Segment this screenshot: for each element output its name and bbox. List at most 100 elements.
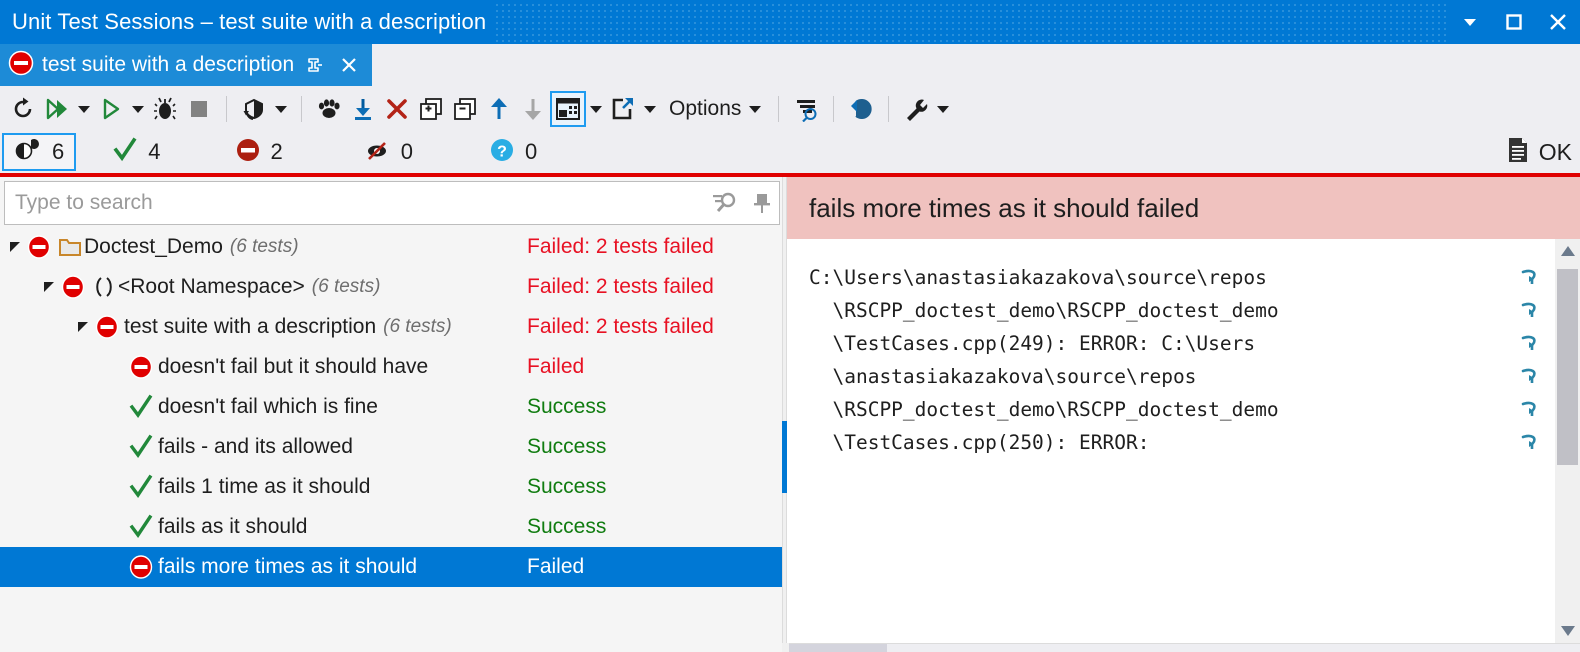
error-output-text[interactable]: C:\Users\anastasiakazakova\source\repos … [787,239,1503,643]
grouping-icon[interactable] [550,90,586,127]
tree-row[interactable]: test suite with a description (6 tests) Fa… [0,307,782,347]
scroll-down-arrow[interactable] [1555,619,1580,643]
counter-failed[interactable]: 2 [225,133,293,171]
window-controls [1448,0,1580,44]
filter-icon[interactable] [789,91,823,127]
import-icon[interactable] [346,91,380,127]
run-all-caret-icon[interactable] [74,91,94,127]
scrollbar-track[interactable] [1555,263,1580,619]
navigate-to-source-icon[interactable] [1519,261,1539,294]
tree-row[interactable]: fails as it should Success [0,507,782,547]
counter-failed-value: 2 [270,139,283,164]
rerun-icon[interactable] [6,91,40,127]
status-text: OK [1538,138,1572,165]
counter-passed[interactable]: 4 [102,133,170,171]
check-icon [112,137,138,168]
tree-row-status: Success [527,475,607,498]
test-details-pane: fails more times as it should failed C:\… [787,177,1580,643]
expander-collapse-icon[interactable] [6,227,24,267]
tree-row[interactable]: doesn't fail but it should have Failed [0,347,782,387]
counter-total[interactable]: 6 [2,133,77,171]
navigate-links-column [1503,239,1555,643]
tree-row[interactable]: <Root Namespace> (6 tests) Failed: 2 tests… [0,267,782,307]
settings-caret-icon[interactable] [933,91,953,127]
options-menu[interactable]: Options [660,91,768,127]
tree-row[interactable]: fails - and its allowed Success [0,427,782,467]
counter-unknown[interactable]: ? 0 [479,133,547,171]
counter-total-value: 6 [52,139,65,164]
tab-close-icon[interactable] [336,50,362,80]
auto-refresh-icon[interactable] [844,91,878,127]
details-header: fails more times as it should failed [787,177,1580,239]
error-icon [8,50,34,81]
run-caret-icon[interactable] [128,91,148,127]
namespace-icon [90,267,118,307]
details-title: fails more times as it should failed [809,192,1200,223]
tab-test-session[interactable]: test suite with a description [0,44,373,86]
run-icon[interactable] [94,91,128,127]
navigate-to-source-icon[interactable] [1519,327,1539,360]
search-filter-icon[interactable] [705,191,745,215]
tree-row-status: Success [527,515,607,538]
navigate-to-source-icon[interactable] [1519,294,1539,327]
toolbar-separator [888,95,890,122]
coverage-icon[interactable] [237,91,271,127]
counter-unknown-value: 0 [525,139,538,164]
navigate-to-source-icon[interactable] [1519,360,1539,393]
collapse-all-icon[interactable] [448,91,482,127]
stop-icon[interactable] [182,91,216,127]
grouping-caret-icon[interactable] [586,91,606,127]
toolbar-separator [301,95,302,122]
coverage-caret-icon[interactable] [271,91,291,127]
maximize-icon[interactable] [1492,0,1536,44]
run-all-icon[interactable] [40,91,74,127]
test-tree[interactable]: Doctest_Demo (6 tests) Failed: 2 tests fai… [0,227,782,643]
settings-icon[interactable] [899,91,933,127]
export-caret-icon[interactable] [640,91,660,127]
toolbar-separator [833,95,835,122]
expand-all-icon[interactable] [414,91,448,127]
window-title-bar: Unit Test Sessions – test suite with a d… [0,0,1580,44]
tree-row-name: fails as it should [158,515,308,538]
details-body: C:\Users\anastasiakazakova\source\repos … [787,239,1580,643]
minimize-icon[interactable] [1448,0,1492,44]
navigate-to-source-icon[interactable] [1519,393,1539,426]
tree-row-status: Failed: 2 tests failed [527,235,714,258]
tree-row[interactable]: fails more times as it should Failed [0,547,782,587]
tree-row-status: Success [527,395,607,418]
tree-row[interactable]: fails 1 time as it should Success [0,467,782,507]
remove-icon[interactable] [380,91,414,127]
search-input[interactable] [5,190,705,216]
expander-collapse-icon[interactable] [40,267,58,307]
export-icon[interactable] [606,91,640,127]
tab-output[interactable]: Output [789,644,888,652]
counter-ignored[interactable]: 0 [353,133,423,171]
question-icon: ? [489,137,515,168]
pin-icon[interactable] [302,50,328,80]
tree-row-name: Doctest_Demo [84,235,223,258]
navigate-to-source-icon[interactable] [1519,426,1539,459]
scrollbar-thumb[interactable] [1557,269,1578,465]
tab-strip: test suite with a description [0,44,1580,86]
counter-passed-value: 4 [148,139,161,164]
close-icon[interactable] [1536,0,1580,44]
next-failed-icon[interactable] [516,91,550,127]
tests-icon [14,138,42,167]
check-icon [126,467,156,507]
profile-icon[interactable] [312,91,346,127]
tree-row[interactable]: Doctest_Demo (6 tests) Failed: 2 tests fai… [0,227,782,267]
expander-collapse-icon[interactable] [74,307,92,347]
debug-icon[interactable] [148,91,182,127]
details-vertical-scrollbar[interactable] [1555,239,1580,643]
scroll-up-arrow[interactable] [1555,239,1580,263]
options-caret-icon[interactable] [745,91,765,127]
tree-row[interactable]: doesn't fail which is fine Success [0,387,782,427]
tree-row-count: (6 tests) [383,316,452,337]
error-icon [126,547,156,587]
pin-icon[interactable] [745,192,779,214]
expander-placeholder [108,507,126,547]
previous-failed-icon[interactable] [482,91,516,127]
check-icon [126,507,156,547]
tree-row-name: fails - and its allowed [158,435,353,458]
options-label: Options [669,96,742,120]
